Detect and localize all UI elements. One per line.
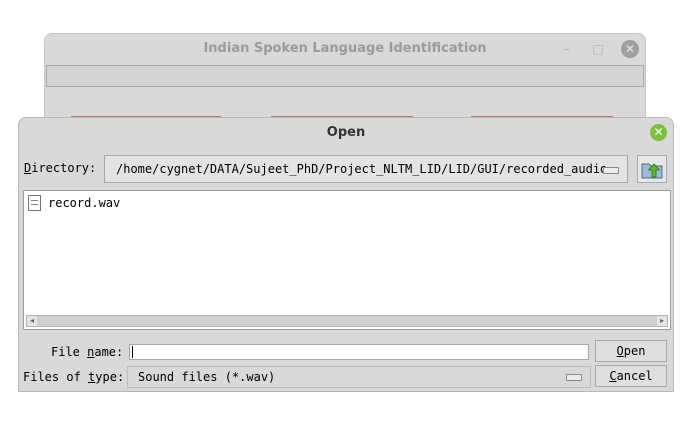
directory-label: Directory: (24, 161, 97, 175)
file-list[interactable]: record.wav ◂ ▸ (23, 190, 671, 330)
up-folder-icon (641, 163, 663, 179)
horizontal-scrollbar[interactable]: ◂ ▸ (26, 315, 668, 327)
file-name-input[interactable] (129, 344, 589, 360)
minimize-icon[interactable]: – (558, 40, 576, 58)
main-toolbar (46, 65, 644, 87)
open-dialog: Open ✕ Directory: /home/cygnet/DATA/Suje… (18, 117, 674, 392)
dropdown-arrow-icon[interactable] (566, 374, 582, 381)
cancel-button[interactable]: Cancel (595, 365, 667, 387)
file-name: record.wav (48, 196, 121, 210)
files-of-type-label: Files of type: (23, 370, 125, 384)
dropdown-arrow-icon[interactable] (603, 167, 619, 174)
file-name-label: File name: (51, 345, 124, 359)
main-close-icon[interactable]: ✕ (621, 40, 639, 58)
file-icon (28, 195, 41, 211)
open-button[interactable]: Open (595, 340, 667, 362)
directory-path: /home/cygnet/DATA/Sujeet_PhD/Project_NLT… (116, 162, 608, 176)
maximize-icon[interactable]: □ (589, 40, 607, 58)
text-caret (132, 346, 133, 358)
dialog-title: Open (326, 125, 366, 140)
scroll-right-icon[interactable]: ▸ (657, 316, 667, 326)
main-window-title: Indian Spoken Language Identification (203, 41, 487, 56)
scroll-left-icon[interactable]: ◂ (27, 316, 37, 326)
main-window: Indian Spoken Language Identification – … (44, 33, 646, 121)
directory-combo[interactable]: /home/cygnet/DATA/Sujeet_PhD/Project_NLT… (104, 155, 628, 183)
files-of-type-combo[interactable]: Sound files (*.wav) (127, 366, 591, 388)
up-folder-button[interactable] (637, 155, 667, 183)
close-icon[interactable]: ✕ (650, 124, 667, 141)
files-of-type-value: Sound files (*.wav) (138, 370, 276, 384)
